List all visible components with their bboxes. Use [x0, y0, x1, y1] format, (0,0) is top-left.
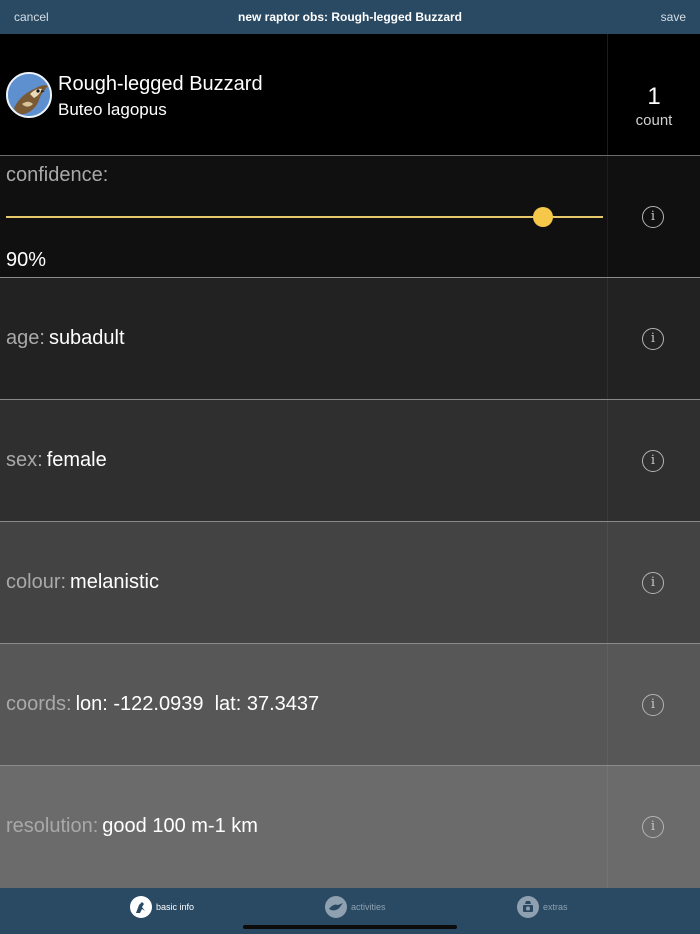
info-column: i [607, 400, 700, 521]
bird-icon [130, 896, 152, 918]
buzzard-icon [8, 74, 50, 116]
home-indicator [243, 925, 457, 929]
info-column: i [607, 156, 700, 277]
info-icon[interactable]: i [642, 816, 664, 838]
confidence-value: 90% [6, 249, 47, 271]
info-column: i [607, 522, 700, 643]
field-label: sex: [6, 448, 43, 471]
confidence-slider[interactable] [6, 207, 603, 227]
activities-icon [325, 896, 347, 918]
species-common-name[interactable]: Rough-legged Buzzard [58, 73, 263, 96]
count-label: count [635, 112, 673, 129]
cancel-button[interactable]: cancel [14, 10, 49, 24]
resolution-field[interactable]: resolution: good 100 m-1 km [6, 815, 258, 838]
info-icon[interactable]: i [642, 571, 664, 594]
page-title: new raptor obs: Rough-legged Buzzard [238, 10, 462, 24]
age-row[interactable]: age: subadult i [0, 278, 700, 400]
sex-field[interactable]: sex: female [6, 449, 107, 472]
count-value: 1 [647, 83, 661, 110]
sex-row[interactable]: sex: female i [0, 400, 700, 522]
info-column: i [607, 644, 700, 765]
confidence-row: confidence: 90% i [0, 156, 700, 278]
info-icon[interactable]: i [642, 693, 664, 716]
confidence-slider-thumb[interactable] [533, 207, 554, 227]
field-label: resolution: [6, 815, 99, 837]
field-label: colour: [6, 570, 67, 593]
info-icon[interactable]: i [642, 449, 664, 472]
navigation-bar: cancel new raptor obs: Rough-legged Buzz… [0, 0, 700, 34]
species-avatar[interactable] [6, 72, 52, 118]
field-value: subadult [48, 326, 125, 349]
colour-row[interactable]: colour: melanistic i [0, 522, 700, 644]
coords-field[interactable]: coords: lon: -122.0939 lat: 37.3437 [6, 693, 319, 716]
species-row: Rough-legged Buzzard Buteo lagopus 1 cou… [0, 34, 700, 156]
info-icon[interactable]: i [642, 327, 664, 350]
tab-label: extras [543, 902, 568, 912]
age-field[interactable]: age: subadult [6, 327, 125, 350]
info-column: i [607, 766, 700, 888]
tab-label: activities [351, 902, 386, 912]
field-value: melanistic [70, 570, 159, 593]
save-button[interactable]: save [661, 10, 686, 24]
tab-label: basic info [156, 902, 195, 912]
confidence-label: confidence: [6, 164, 109, 186]
resolution-row[interactable]: resolution: good 100 m-1 km i [0, 766, 700, 888]
field-label: coords: [6, 692, 72, 715]
species-latin-name[interactable]: Buteo lagopus [58, 100, 167, 120]
camera-icon [517, 896, 539, 918]
field-value: female [46, 448, 107, 471]
count-button[interactable]: 1 count [607, 34, 700, 155]
coords-row[interactable]: coords: lon: -122.0939 lat: 37.3437 i [0, 644, 700, 766]
field-value: lon: -122.0939 lat: 37.3437 [75, 692, 320, 715]
field-value: good 100 m-1 km [102, 815, 258, 837]
info-column: i [607, 278, 700, 399]
field-label: age: [6, 326, 45, 349]
colour-field[interactable]: colour: melanistic [6, 571, 159, 594]
info-icon[interactable]: i [642, 205, 664, 228]
